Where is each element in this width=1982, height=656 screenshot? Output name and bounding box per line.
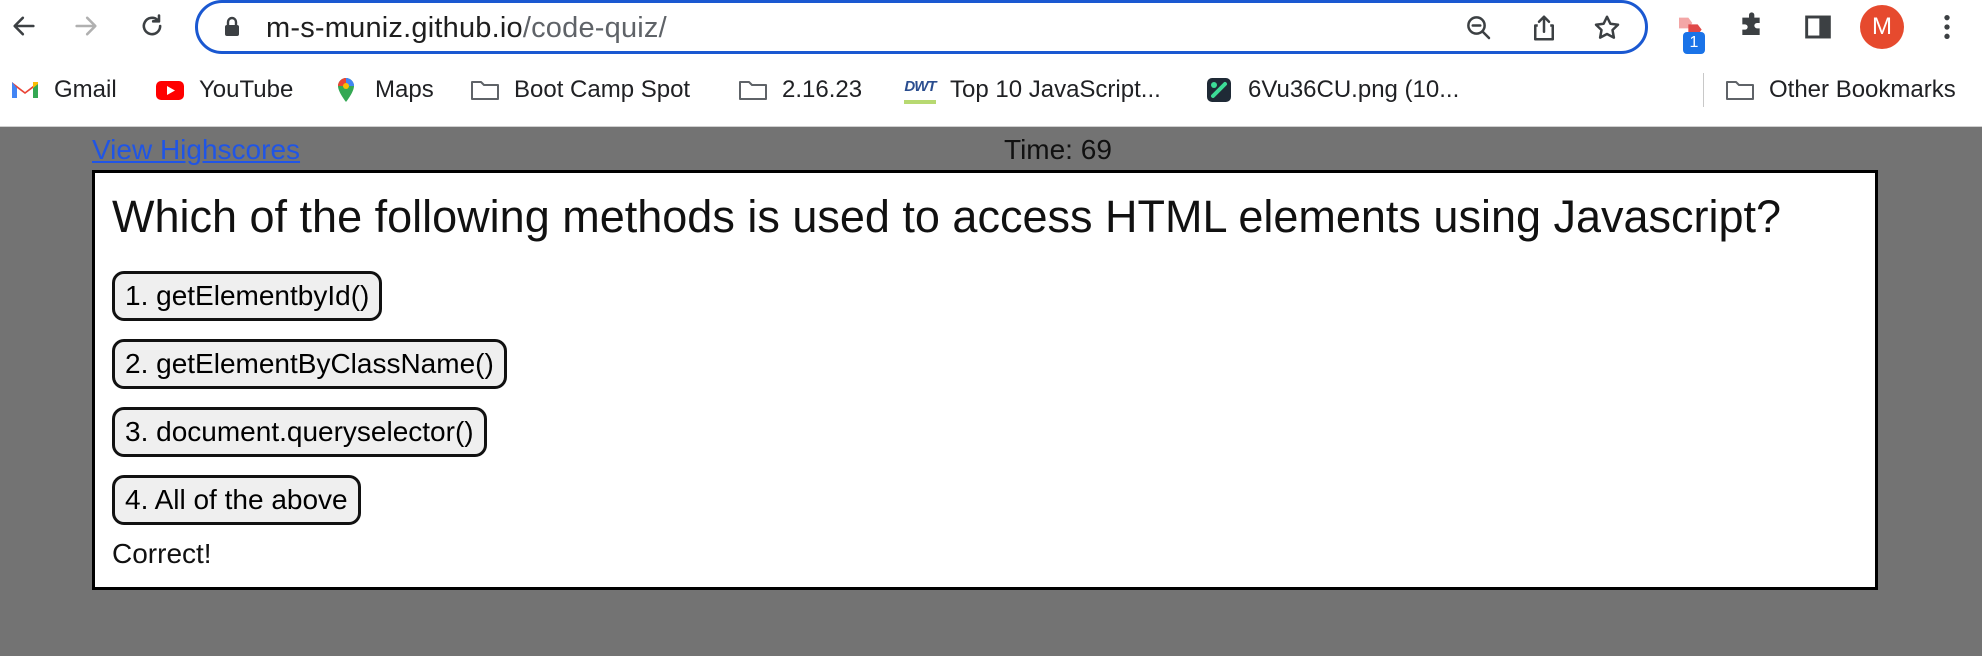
bookmark-star-icon[interactable] <box>1591 12 1623 44</box>
extension-badge: 1 <box>1683 32 1705 54</box>
answer-button-4[interactable]: 4. All of the above <box>112 475 361 525</box>
bookmark-label: 6Vu36CU.png (10... <box>1248 76 1460 103</box>
zoom-out-icon[interactable] <box>1463 12 1495 44</box>
folder-icon <box>739 81 767 100</box>
bookmark-youtube[interactable]: YouTube <box>155 70 293 110</box>
timer-text: Time: 69 <box>1004 134 1112 165</box>
dwt-icon: DWT <box>904 76 937 104</box>
bookmark-top-10-javascript[interactable]: DWT Top 10 JavaScript... <box>904 70 1161 110</box>
url-host: m-s-muniz.github.io <box>266 12 523 44</box>
youtube-icon <box>156 81 184 100</box>
answer-button-2[interactable]: 2. getElementByClassName() <box>112 339 507 389</box>
bookmark-other-bookmarks[interactable]: Other Bookmarks <box>1725 70 1956 110</box>
answer-button-3[interactable]: 3. document.queryselector() <box>112 407 487 457</box>
forward-arrow-icon[interactable] <box>68 8 104 44</box>
bookmark-2-16-23[interactable]: 2.16.23 <box>738 70 862 110</box>
bookmark-label: Boot Camp Spot <box>514 76 691 103</box>
gmail-icon <box>12 82 38 98</box>
puzzle-extensions-icon[interactable] <box>1734 8 1772 46</box>
quiz-card: Which of the following methods is used t… <box>92 170 1878 590</box>
more-menu-icon[interactable] <box>1928 8 1966 46</box>
browser-toolbar: m-s-muniz.github.io/code-quiz/ 1 M <box>0 0 1982 54</box>
bookmark-label: YouTube <box>199 76 294 103</box>
lock-icon[interactable] <box>220 15 244 39</box>
image-ext-icon <box>1207 78 1231 102</box>
folder-icon <box>1726 81 1754 100</box>
folder-icon <box>471 81 499 100</box>
maps-icon <box>338 78 354 102</box>
answer-button-1[interactable]: 1. getElementbyId() <box>112 271 383 321</box>
bookmark-label: Gmail <box>54 76 117 103</box>
reload-icon[interactable] <box>134 8 170 44</box>
bookmarks-separator <box>1703 73 1704 107</box>
bookmarks-bar: Gmail YouTube Maps Boot Camp Spot 2.16.2… <box>0 70 1982 110</box>
browser-chrome: m-s-muniz.github.io/code-quiz/ 1 M Gmail… <box>0 0 1982 127</box>
bookmark-label: Other Bookmarks <box>1769 76 1956 103</box>
question-text: Which of the following methods is used t… <box>112 191 1782 242</box>
bookmark-gmail[interactable]: Gmail <box>10 70 117 110</box>
bookmark-label: 2.16.23 <box>782 76 863 103</box>
bookmark-maps[interactable]: Maps <box>331 70 434 110</box>
back-arrow-icon[interactable] <box>6 8 42 44</box>
address-bar[interactable]: m-s-muniz.github.io/code-quiz/ <box>195 0 1648 54</box>
answer-feedback: Correct! <box>112 538 212 569</box>
profile-avatar[interactable]: M <box>1860 5 1904 49</box>
url-text[interactable]: m-s-muniz.github.io/code-quiz/ <box>266 13 667 43</box>
bookmark-label: Top 10 JavaScript... <box>950 76 1161 103</box>
quiz-page: View Highscores Time: 69 Which of the fo… <box>0 128 1982 656</box>
url-path: /code-quiz/ <box>522 12 667 44</box>
bookmark-6vu36cu-png[interactable]: 6Vu36CU.png (10... <box>1204 70 1459 110</box>
bookmark-boot-camp-spot[interactable]: Boot Camp Spot <box>470 70 690 110</box>
share-icon[interactable] <box>1528 12 1560 44</box>
bookmark-label: Maps <box>375 76 434 103</box>
view-highscores-link[interactable]: View Highscores <box>92 134 300 166</box>
side-panel-icon[interactable] <box>1799 8 1837 46</box>
